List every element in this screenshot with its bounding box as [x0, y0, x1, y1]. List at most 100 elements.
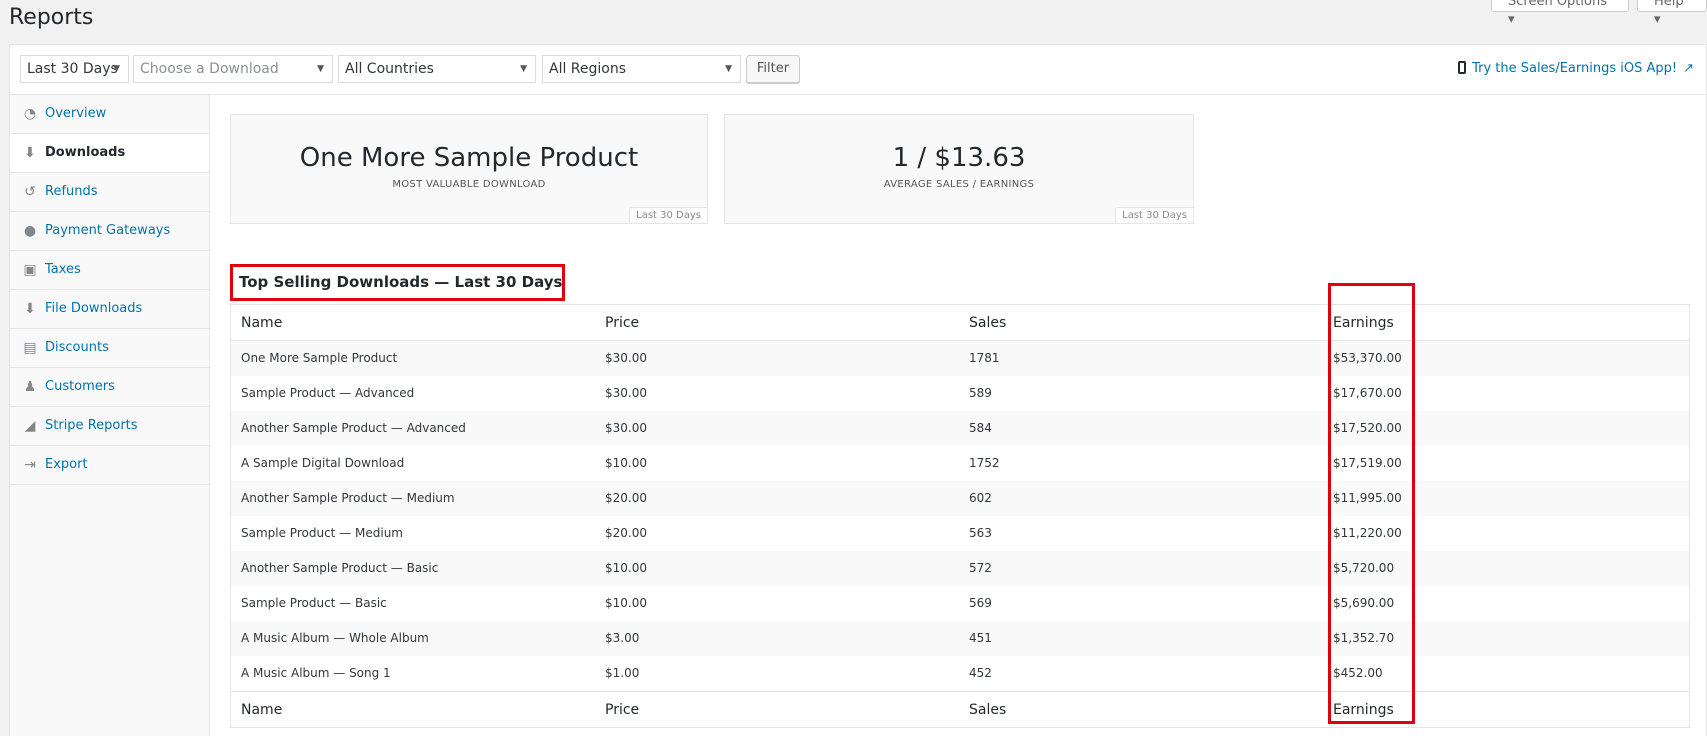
page-title: Reports — [9, 5, 94, 30]
cell-sales: 1752 — [969, 456, 1000, 470]
cell-price: $3.00 — [605, 631, 640, 645]
chevron-down-icon: ▼ — [113, 64, 120, 74]
region-value: All Regions — [549, 61, 627, 77]
sidebar-item-label: Payment Gateways — [45, 223, 171, 238]
sidebar-item-label: Stripe Reports — [45, 418, 138, 433]
cell-name: Another Sample Product — Basic — [241, 561, 439, 575]
filter-button[interactable]: Filter — [746, 55, 800, 83]
reports-sidebar: ◔ Overview ⬇ Downloads ↺ Refunds ● Payment G… — [10, 95, 210, 736]
cell-earnings: $11,220.00 — [1333, 526, 1402, 540]
reports-panel: Last 30 Days ▼ Choose a Download ▼ All C… — [9, 44, 1707, 736]
table-row: Another Sample Product — Medium $20.00 602… — [231, 481, 1689, 516]
sidebar-item-label: Refunds — [45, 184, 98, 199]
table-row: Sample Product — Medium $20.00 563 $11,220.… — [231, 516, 1689, 551]
download-icon: ⬇ — [24, 145, 36, 161]
sidebar-item-file-downloads[interactable]: ⬇ File Downloads — [10, 290, 209, 329]
download-icon: ⬇ — [24, 301, 36, 317]
column-header-name[interactable]: Name — [241, 305, 282, 340]
cell-earnings: $1,352.70 — [1333, 631, 1395, 645]
average-sales-card: 1 / $13.63 AVERAGE SALES / EARNINGS Last… — [724, 114, 1194, 224]
table-row: Sample Product — Advanced $30.00 589 $17,67… — [231, 376, 1689, 411]
sidebar-item-label: Taxes — [45, 262, 81, 277]
cell-earnings: $17,519.00 — [1333, 456, 1402, 470]
top-selling-table: Name Price Sales Earnings One More Sampl… — [230, 304, 1690, 728]
cell-sales: 584 — [969, 421, 992, 435]
download-placeholder: Choose a Download — [140, 61, 279, 77]
column-footer-price[interactable]: Price — [605, 692, 639, 727]
undo-icon: ↺ — [24, 184, 36, 200]
cell-price: $20.00 — [605, 491, 647, 505]
cell-price: $30.00 — [605, 421, 647, 435]
cell-price: $20.00 — [605, 526, 647, 540]
country-select[interactable]: All Countries ▼ — [338, 55, 536, 83]
column-footer-name[interactable]: Name — [241, 692, 282, 727]
briefcase-icon: ▣ — [23, 262, 37, 278]
sidebar-item-taxes[interactable]: ▣ Taxes — [10, 251, 209, 290]
ios-app-link[interactable]: Try the Sales/Earnings iOS App! ↗ — [1458, 61, 1694, 76]
cell-sales: 569 — [969, 596, 992, 610]
stat-period-tag: Last 30 Days — [1115, 207, 1194, 224]
dashboard-icon: ◔ — [23, 106, 37, 122]
top-selling-title: Top Selling Downloads — Last 30 Days — [230, 264, 565, 301]
stat-label: MOST VALUABLE DOWNLOAD — [392, 179, 546, 190]
export-icon: ⇥ — [24, 457, 36, 473]
cell-name: Sample Product — Medium — [241, 526, 403, 540]
region-select[interactable]: All Regions ▼ — [542, 55, 741, 83]
sidebar-item-downloads[interactable]: ⬇ Downloads — [10, 134, 209, 173]
cell-sales: 572 — [969, 561, 992, 575]
sidebar-item-payment-gateways[interactable]: ● Payment Gateways — [10, 212, 209, 251]
cell-sales: 1781 — [969, 351, 1000, 365]
chevron-down-icon: ▼ — [520, 64, 527, 74]
cell-name: Another Sample Product — Medium — [241, 491, 455, 505]
sidebar-item-label: Downloads — [45, 145, 126, 160]
sidebar-item-label: Export — [45, 457, 88, 472]
column-footer-sales[interactable]: Sales — [969, 692, 1006, 727]
column-footer-earnings[interactable]: Earnings — [1333, 692, 1394, 727]
table-header-row: Name Price Sales Earnings — [231, 305, 1689, 341]
sidebar-item-overview[interactable]: ◔ Overview — [10, 95, 209, 134]
stat-value: One More Sample Product — [299, 143, 639, 173]
column-header-sales[interactable]: Sales — [969, 305, 1006, 340]
sidebar-item-discounts[interactable]: ▤ Discounts — [10, 329, 209, 368]
column-header-price[interactable]: Price — [605, 305, 639, 340]
cell-name: Another Sample Product — Advanced — [241, 421, 466, 435]
column-header-earnings[interactable]: Earnings — [1333, 305, 1394, 340]
groups-icon: ● — [23, 223, 37, 239]
date-range-select[interactable]: Last 30 Days ▼ — [20, 55, 129, 83]
table-row: One More Sample Product $30.00 1781 $53,370… — [231, 341, 1689, 376]
date-range-value: Last 30 Days — [27, 61, 118, 77]
cell-earnings: $17,670.00 — [1333, 386, 1402, 400]
cell-name: A Music Album — Whole Album — [241, 631, 429, 645]
ios-app-link-label: Try the Sales/Earnings iOS App! — [1472, 61, 1678, 76]
table-row: A Sample Digital Download $10.00 1752 $17,5… — [231, 446, 1689, 481]
cell-price: $30.00 — [605, 386, 647, 400]
sidebar-item-label: Customers — [45, 379, 115, 394]
cell-earnings: $5,690.00 — [1333, 596, 1395, 610]
help-button[interactable]: Help ▾ — [1637, 0, 1707, 27]
sidebar-item-label: Overview — [45, 106, 107, 121]
cell-name: Sample Product — Advanced — [241, 386, 415, 400]
screen-options-button[interactable]: Screen Options ▾ — [1491, 0, 1629, 27]
download-select[interactable]: Choose a Download ▼ — [133, 55, 333, 83]
cell-price: $30.00 — [605, 351, 647, 365]
cell-earnings: $17,520.00 — [1333, 421, 1402, 435]
sidebar-item-export[interactable]: ⇥ Export — [10, 446, 209, 485]
cell-price: $10.00 — [605, 456, 647, 470]
cell-name: Sample Product — Basic — [241, 596, 387, 610]
sidebar-item-customers[interactable]: ♟ Customers — [10, 368, 209, 407]
cell-name: One More Sample Product — [241, 351, 398, 365]
sidebar-item-label: File Downloads — [45, 301, 143, 316]
smartphone-icon — [1458, 61, 1467, 74]
sidebar-item-refunds[interactable]: ↺ Refunds — [10, 173, 209, 212]
cell-sales: 602 — [969, 491, 992, 505]
customers-icon: ♟ — [23, 379, 37, 395]
cell-name: A Sample Digital Download — [241, 456, 405, 470]
cell-sales: 451 — [969, 631, 992, 645]
cell-earnings: $452.00 — [1333, 666, 1383, 680]
sidebar-item-stripe-reports[interactable]: ◢ Stripe Reports — [10, 407, 209, 446]
cell-earnings: $5,720.00 — [1333, 561, 1395, 575]
stat-label: AVERAGE SALES / EARNINGS — [883, 179, 1035, 190]
filter-bar: Last 30 Days ▼ Choose a Download ▼ All C… — [10, 45, 1706, 95]
table-body: One More Sample Product $30.00 1781 $53,370… — [231, 341, 1689, 691]
sidebar-item-label: Discounts — [45, 340, 109, 355]
